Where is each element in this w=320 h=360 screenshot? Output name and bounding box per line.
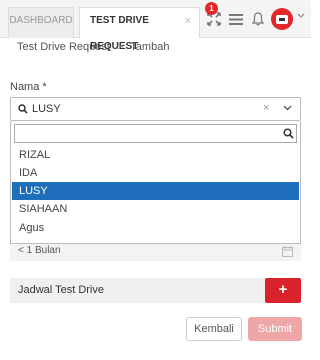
search-icon (18, 104, 28, 114)
dropdown-option[interactable]: SIAHAAN (12, 200, 299, 218)
tab-test-drive-request[interactable]: TEST DRIVE REQUEST × (79, 7, 200, 52)
breadcrumb-parent[interactable]: Test Drive Request (17, 41, 110, 53)
chevron-down-icon[interactable] (283, 105, 292, 111)
nama-select[interactable]: LUSY × (10, 97, 301, 121)
bell-icon[interactable] (252, 12, 264, 26)
nama-label: Nama * (10, 81, 47, 93)
dropdown-option-selected[interactable]: LUSY (12, 182, 299, 200)
jadwal-label: Jadwal Test Drive (18, 284, 104, 296)
back-button[interactable]: Kembali (186, 317, 242, 341)
dropdown-option[interactable]: RIZAL (12, 146, 299, 164)
search-icon (283, 128, 294, 139)
add-jadwal-button[interactable]: + (265, 278, 301, 303)
nama-dropdown: RIZAL IDA LUSY SIAHAAN Agus (10, 121, 301, 244)
clear-icon[interactable]: × (263, 102, 269, 114)
car-icon (276, 14, 288, 24)
nama-select-value: LUSY (32, 103, 61, 115)
submit-button[interactable]: Submit (248, 317, 302, 341)
notification-badge: 1 (205, 2, 218, 15)
avatar[interactable] (271, 8, 293, 30)
dropdown-option[interactable]: Agus (12, 219, 299, 237)
breadcrumb-separator: > (117, 41, 124, 53)
menu-icon[interactable] (229, 14, 243, 25)
tab-close-icon[interactable]: × (185, 8, 191, 34)
calendar-icon[interactable] (282, 246, 293, 257)
jadwal-section: Jadwal Test Drive (10, 278, 301, 303)
breadcrumb: Test Drive Request > Tambah (17, 41, 169, 53)
top-bar: DASHBOARD TEST DRIVE REQUEST × 1 (0, 0, 311, 52)
tab-dashboard[interactable]: DASHBOARD (8, 7, 74, 38)
dropdown-option[interactable]: IDA (12, 164, 299, 182)
chevron-down-icon[interactable] (297, 13, 305, 19)
breadcrumb-current: Tambah (130, 41, 170, 53)
period-value: < 1 Bulan (18, 245, 61, 256)
dropdown-search-input[interactable] (14, 124, 297, 143)
period-field[interactable]: < 1 Bulan (10, 243, 301, 261)
